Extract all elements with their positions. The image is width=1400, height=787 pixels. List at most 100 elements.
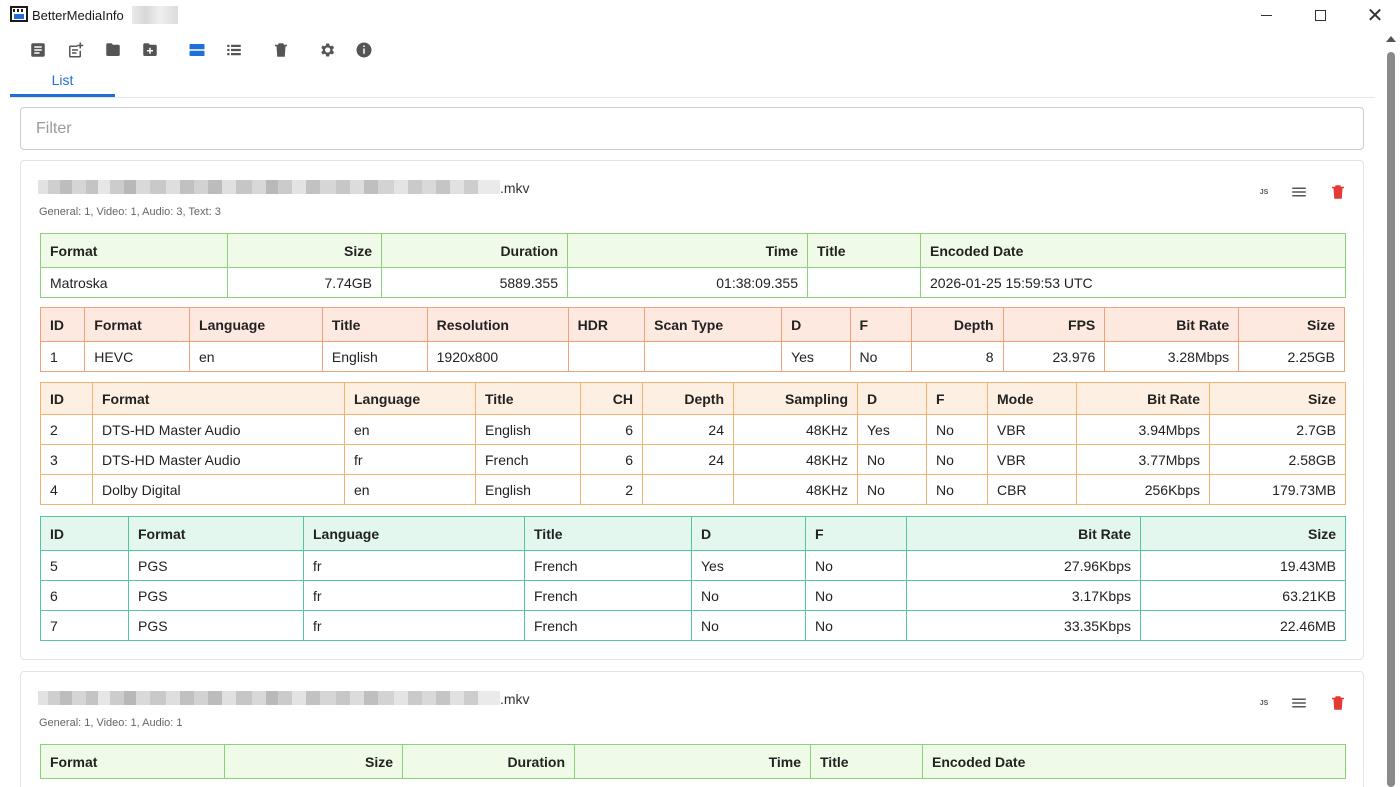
- trash-icon: [1332, 696, 1344, 710]
- table-cell: 2.58GB: [1209, 444, 1346, 475]
- table-cell: No: [805, 550, 907, 581]
- column-header: Scan Type: [644, 307, 783, 342]
- card-view-button[interactable]: [185, 38, 209, 62]
- table-cell: 8: [910, 341, 1004, 372]
- table-cell: French: [524, 580, 692, 611]
- delete-file-button[interactable]: [1328, 693, 1348, 713]
- table-cell: PGS: [128, 610, 304, 641]
- table-header-row: Format Size Duration Time Title Encoded …: [40, 744, 1346, 779]
- about-button[interactable]: [352, 38, 376, 62]
- table-row: 3 DTS-HD Master Audio fr French 6 24 48K…: [40, 444, 1346, 475]
- table-cell: 6: [40, 580, 129, 611]
- audio-track-table: ID Format Language Title CH Depth Sampli…: [40, 382, 1346, 505]
- delete-file-button[interactable]: [1328, 182, 1348, 202]
- filename-redacted: [38, 180, 500, 194]
- export-json-button[interactable]: JS: [1256, 182, 1272, 202]
- details-button[interactable]: [1289, 693, 1309, 713]
- table-cell: 19.43MB: [1140, 550, 1346, 581]
- maximize-icon: [1314, 9, 1326, 21]
- table-cell: Yes: [781, 341, 851, 372]
- column-header: Size: [1209, 382, 1346, 415]
- filter-input[interactable]: [20, 107, 1364, 150]
- card-actions: JS: [1256, 182, 1346, 202]
- scroll-up-arrow-icon[interactable]: [1386, 36, 1396, 42]
- table-cell: 48KHz: [733, 414, 858, 445]
- column-header: Format: [40, 744, 225, 779]
- column-header: D: [857, 382, 927, 415]
- scrollbar-thumb[interactable]: [1387, 52, 1395, 787]
- media-file-card: .mkv General: 1, Video: 1, Audio: 3, Tex…: [20, 160, 1364, 660]
- column-header: F: [849, 307, 912, 342]
- column-header: Format: [84, 307, 191, 342]
- table-cell: 2: [580, 474, 643, 505]
- open-folder-button[interactable]: [101, 38, 125, 62]
- clear-all-button[interactable]: [269, 38, 293, 62]
- table-cell: 6: [580, 414, 643, 445]
- column-header: Title: [321, 307, 428, 342]
- table-cell: CBR: [987, 474, 1077, 505]
- table-cell: No: [926, 444, 988, 475]
- table-cell: DTS-HD Master Audio: [92, 444, 345, 475]
- document-icon: [31, 43, 45, 57]
- column-header: Format: [40, 233, 228, 268]
- add-folder-button[interactable]: [138, 38, 162, 62]
- tab-list[interactable]: List: [10, 72, 115, 97]
- track-summary: General: 1, Video: 1, Audio: 3, Text: 3: [39, 206, 221, 218]
- column-header: Bit Rate: [1104, 307, 1240, 342]
- file-extension: .mkv: [500, 180, 530, 196]
- column-header: Language: [303, 516, 525, 551]
- close-icon: ✕: [1366, 3, 1384, 27]
- app-logo-icon: [10, 6, 28, 22]
- table-cell: French: [524, 610, 692, 641]
- table-cell: 7: [40, 610, 129, 641]
- table-row: 5 PGS fr French Yes No 27.96Kbps 19.43MB: [40, 550, 1346, 581]
- table-cell: 5: [40, 550, 129, 581]
- title-bar: BetterMediaInfo ✕: [0, 0, 1400, 30]
- table-header-row: Format Size Duration Time Title Encoded …: [40, 233, 1346, 268]
- general-track-table: Format Size Duration Time Title Encoded …: [40, 233, 1346, 298]
- table-cell: 3.94Mbps: [1076, 414, 1210, 445]
- column-header: Size: [1140, 516, 1346, 551]
- settings-button[interactable]: [315, 38, 339, 62]
- table-cell: No: [926, 474, 988, 505]
- column-header: Depth: [910, 307, 1004, 342]
- file-extension: .mkv: [500, 691, 530, 707]
- table-cell: [644, 341, 783, 372]
- table-cell: No: [691, 610, 806, 641]
- column-header: Format: [128, 516, 304, 551]
- list-view-button[interactable]: [222, 38, 246, 62]
- column-header: Bit Rate: [906, 516, 1141, 551]
- column-header: ID: [40, 382, 93, 415]
- export-json-button[interactable]: JS: [1256, 693, 1272, 713]
- column-header: Size: [224, 744, 403, 779]
- table-cell: 2.25GB: [1238, 341, 1345, 372]
- tab-divider: [10, 97, 1375, 98]
- column-header: Title: [475, 382, 581, 415]
- maximize-button[interactable]: [1295, 0, 1345, 30]
- table-cell: 24: [642, 414, 734, 445]
- table-cell: 5889.355: [381, 267, 568, 298]
- general-track-table: Format Size Duration Time Title Encoded …: [40, 744, 1346, 779]
- column-header: Resolution: [426, 307, 569, 342]
- minimize-button[interactable]: [1241, 0, 1291, 30]
- trash-icon: [1332, 185, 1344, 199]
- table-row: 2 DTS-HD Master Audio en English 6 24 48…: [40, 414, 1346, 445]
- add-file-plus-button[interactable]: [63, 38, 87, 62]
- track-summary: General: 1, Video: 1, Audio: 1: [39, 717, 183, 729]
- minimize-icon: [1260, 14, 1272, 16]
- table-cell: PGS: [128, 550, 304, 581]
- add-file-button[interactable]: [26, 38, 50, 62]
- column-header: Encoded Date: [920, 233, 1346, 268]
- table-cell: 3.28Mbps: [1104, 341, 1240, 372]
- video-track-table: ID Format Language Title Resolution HDR …: [39, 307, 1345, 372]
- table-cell: No: [691, 580, 806, 611]
- column-header: CH: [580, 382, 643, 415]
- table-cell: Matroska: [40, 267, 228, 298]
- table-cell: VBR: [987, 414, 1077, 445]
- folder-icon: [106, 43, 120, 56]
- table-cell: 48KHz: [733, 474, 858, 505]
- close-button[interactable]: ✕: [1350, 0, 1400, 30]
- details-button[interactable]: [1289, 182, 1309, 202]
- table-cell: 23.976: [1002, 341, 1106, 372]
- table-cell: 7.74GB: [227, 267, 382, 298]
